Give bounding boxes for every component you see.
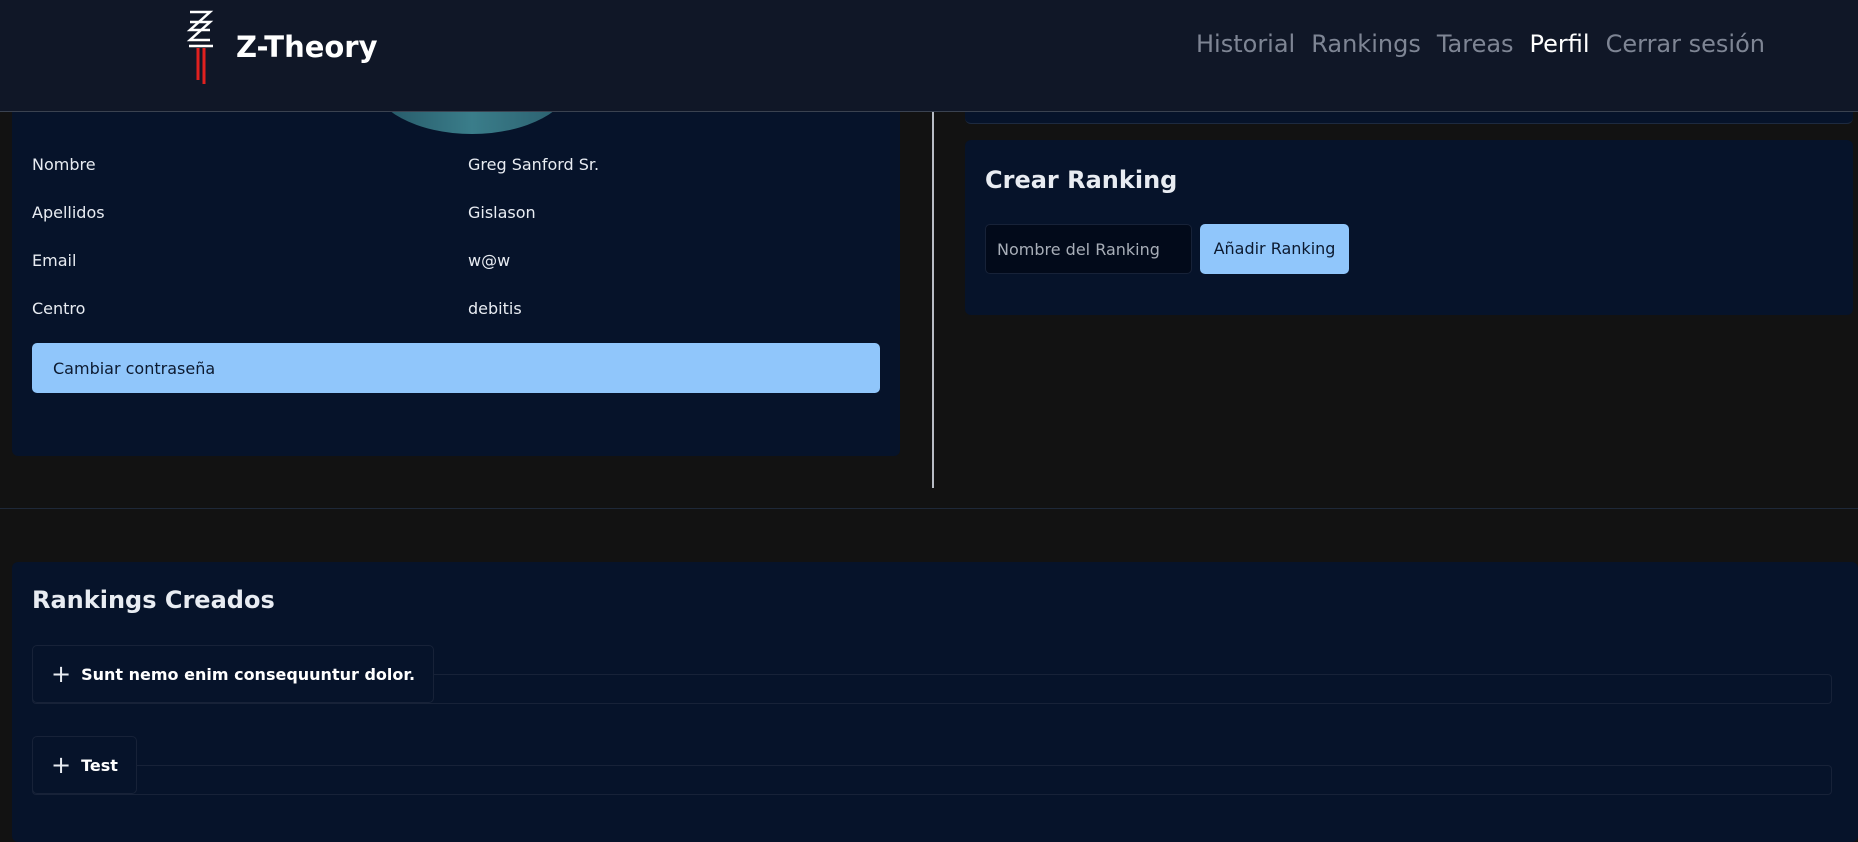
create-ranking-card: Crear Ranking Nombre del Ranking Añadir … (965, 140, 1853, 315)
brand[interactable]: Z-Theory (186, 8, 378, 84)
z-theory-logo-icon (186, 10, 214, 84)
top-navbar: Z-Theory Historial Rankings Tareas Perfi… (0, 0, 1858, 112)
section-divider (0, 508, 1858, 509)
field-label-apellidos: Apellidos (32, 203, 105, 222)
field-label-centro: Centro (32, 299, 86, 318)
brand-name[interactable]: Z-Theory (236, 30, 378, 64)
profile-card: Nombre Greg Sanford Sr. Apellidos Gislas… (12, 80, 900, 456)
create-ranking-title: Crear Ranking (985, 166, 1178, 194)
nav-cerrar-sesion[interactable]: Cerrar sesión (1606, 30, 1765, 58)
field-value-nombre: Greg Sanford Sr. (468, 155, 600, 174)
field-label-nombre: Nombre (32, 155, 96, 174)
nav-historial[interactable]: Historial (1196, 30, 1295, 58)
accordion-item[interactable]: + Sunt nemo enim consequuntur dolor. (32, 645, 435, 703)
accordion-item[interactable]: + Test (32, 736, 137, 794)
ranking-name-input[interactable]: Nombre del Ranking (985, 224, 1192, 274)
plus-icon: + (51, 660, 72, 688)
column-divider (932, 112, 934, 488)
nav-rankings[interactable]: Rankings (1311, 30, 1421, 58)
field-label-email: Email (32, 251, 77, 270)
field-value-email: w@w (468, 251, 511, 270)
field-value-centro: debitis (468, 299, 522, 318)
main-nav: Historial Rankings Tareas Perfil Cerrar … (1196, 30, 1765, 58)
accordion-item-label: Sunt nemo enim consequuntur dolor. (81, 664, 416, 684)
change-password-button[interactable]: Cambiar contraseña (32, 343, 880, 393)
plus-icon: + (51, 751, 72, 779)
field-value-apellidos: Gislason (468, 203, 536, 222)
add-ranking-button[interactable]: Añadir Ranking (1200, 224, 1349, 274)
rankings-created-title: Rankings Creados (32, 586, 275, 614)
accordion-body-line (32, 765, 1832, 795)
rankings-created-card: Rankings Creados + Sunt nemo enim conseq… (12, 562, 1858, 842)
nav-perfil[interactable]: Perfil (1530, 30, 1590, 58)
accordion-item-label: Test (81, 755, 118, 775)
nav-tareas[interactable]: Tareas (1437, 30, 1514, 58)
